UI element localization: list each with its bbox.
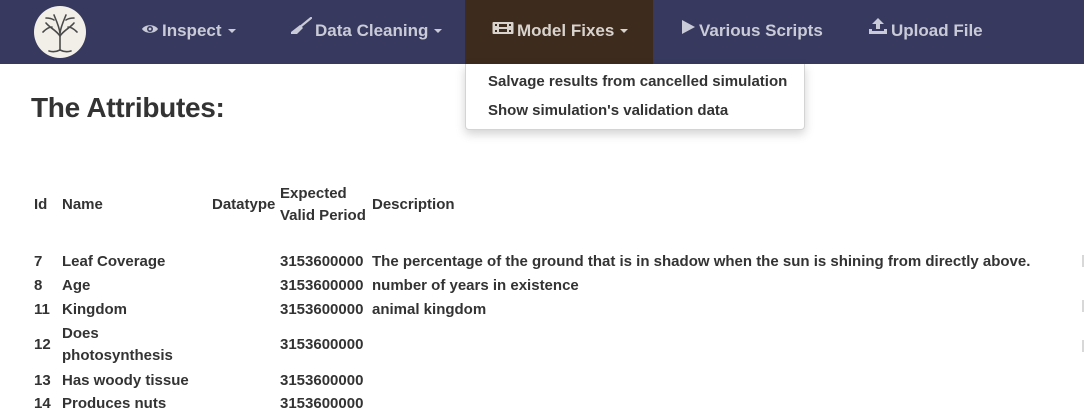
column-header-expected-period-line2: Valid Period	[280, 207, 366, 224]
broom-icon	[290, 0, 313, 61]
model-fixes-dropdown-menu: Salvage results from cancelled simulatio…	[465, 64, 805, 130]
cell-id: 11	[34, 301, 50, 318]
chevron-down-icon	[227, 28, 236, 33]
nav-upload-file[interactable]: Upload File	[868, 0, 983, 64]
column-header-datatype: Datatype	[212, 196, 276, 213]
nav-data-cleaning[interactable]: Data Cleaning	[290, 0, 443, 64]
nav-model-fixes-label: Model Fixes	[517, 21, 615, 40]
cell-name-line1: Does	[62, 325, 99, 342]
cell-description: The percentage of the ground that is in …	[372, 253, 1031, 270]
page-title: The Attributes:	[31, 92, 225, 123]
column-header-expected-period-line1: Expected	[280, 185, 347, 202]
cell-period: 3153600000	[280, 395, 364, 412]
chevron-down-icon	[620, 28, 629, 33]
nav-upload-file-label: Upload File	[891, 21, 983, 40]
cell-period: 3153600000	[280, 253, 364, 270]
top-navbar: Inspect Data Cleaning Model Fixes Variou…	[0, 0, 1084, 64]
upload-icon	[868, 0, 888, 61]
cell-id: 12	[34, 336, 51, 353]
cell-name: Kingdom	[62, 301, 127, 318]
cell-name: Has woody tissue	[62, 372, 189, 389]
cell-description: number of years in existence	[372, 277, 579, 294]
nav-various-scripts[interactable]: Various Scripts	[680, 0, 823, 64]
cell-name: Age	[62, 277, 91, 294]
nav-inspect[interactable]: Inspect	[141, 0, 236, 64]
cell-id: 7	[34, 253, 43, 270]
cell-period: 3153600000	[280, 372, 364, 389]
eye-icon	[141, 0, 159, 61]
cell-name: Leaf Coverage	[62, 253, 166, 270]
cell-id: 13	[34, 372, 51, 389]
cell-period: 3153600000	[280, 301, 364, 318]
column-header-id: Id	[34, 196, 48, 213]
nav-model-fixes[interactable]: Model Fixes	[465, 0, 653, 64]
cell-name: Produces nuts	[62, 395, 167, 412]
cell-id: 8	[34, 277, 43, 294]
column-header-description: Description	[372, 196, 455, 213]
menu-item-salvage-results[interactable]: Salvage results from cancelled simulatio…	[488, 73, 787, 90]
tree-logo-icon[interactable]	[34, 6, 86, 58]
nav-data-cleaning-label: Data Cleaning	[315, 21, 429, 40]
menu-item-show-validation-data[interactable]: Show simulation's validation data	[488, 102, 728, 119]
nav-various-scripts-label: Various Scripts	[699, 21, 823, 40]
cell-id: 14	[34, 395, 51, 412]
cell-description: animal kingdom	[372, 301, 487, 318]
cell-period: 3153600000	[280, 277, 364, 294]
chevron-down-icon	[434, 28, 443, 33]
column-header-name: Name	[62, 196, 103, 213]
film-icon	[492, 0, 514, 61]
play-icon	[680, 0, 696, 61]
nav-inspect-label: Inspect	[162, 21, 222, 40]
cell-period: 3153600000	[280, 336, 364, 353]
cell-name-line2: photosynthesis	[62, 347, 173, 364]
